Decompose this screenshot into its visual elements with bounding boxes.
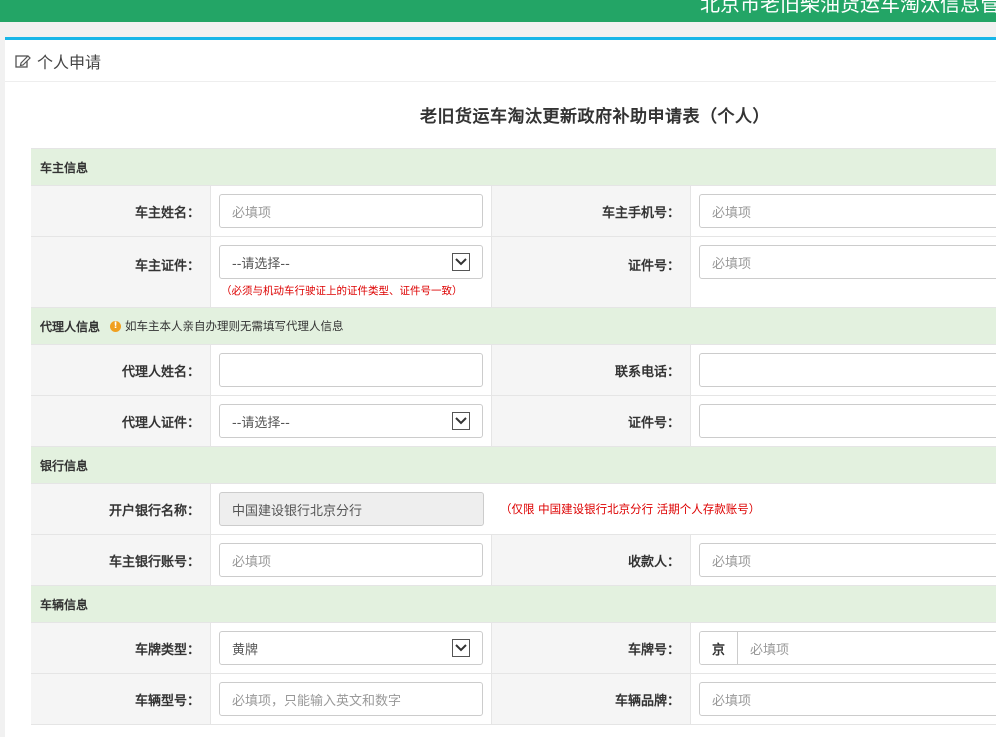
top-banner: 北京市老旧柴油货运车淘汰信息管理 bbox=[0, 0, 996, 22]
bank-hint: （仅限 中国建设银行北京分行 活期个人存款账号） bbox=[500, 502, 761, 516]
select-value: --请选择-- bbox=[232, 415, 290, 431]
form-row: 开户银行名称： 中国建设银行北京分行 （仅限 中国建设银行北京分行 活期个人存款… bbox=[31, 484, 996, 535]
form-cell: --请选择-- （必须与机动车行驶证上的证件类型、证件号一致） bbox=[211, 237, 492, 307]
plate-no-label: 车牌号： bbox=[492, 623, 691, 673]
section-label: 车辆信息 bbox=[40, 597, 89, 612]
section-bank: 银行信息 bbox=[31, 447, 996, 484]
panel-header: 个人申请 bbox=[5, 40, 996, 82]
form-cell: 必填项 bbox=[691, 237, 996, 307]
owner-id-hint: （必须与机动车行驶证上的证件类型、证件号一致） bbox=[221, 285, 463, 297]
owner-name-input[interactable]: 必填项 bbox=[219, 194, 483, 228]
form-cell: 必填项 bbox=[691, 186, 996, 236]
owner-phone-label: 车主手机号： bbox=[492, 186, 691, 236]
site-title: 北京市老旧柴油货运车淘汰信息管理 bbox=[700, 0, 996, 16]
bank-account-input[interactable]: 必填项 bbox=[219, 543, 483, 577]
form-cell: 黄牌 bbox=[211, 623, 492, 673]
payee-input[interactable]: 必填项 bbox=[699, 543, 996, 577]
owner-phone-input[interactable]: 必填项 bbox=[699, 194, 996, 228]
model-label: 车辆型号： bbox=[31, 674, 211, 724]
chevron-down-icon bbox=[452, 412, 470, 430]
form-cell: --请选择-- bbox=[211, 396, 492, 446]
payee-label: 收款人： bbox=[492, 535, 691, 585]
owner-id-type-label: 车主证件： bbox=[31, 237, 211, 307]
agent-id-no-input[interactable] bbox=[699, 404, 996, 438]
agent-id-no-label: 证件号： bbox=[492, 396, 691, 446]
agent-id-type-select[interactable]: --请选择-- bbox=[219, 404, 483, 438]
form-row: 车辆型号： 必填项，只能输入英文和数字 车辆品牌： 必填项 bbox=[31, 674, 996, 725]
form-cell: 必填项 bbox=[691, 535, 996, 585]
form-cell: 必填项，只能输入英文和数字 bbox=[211, 674, 492, 724]
agent-name-label: 代理人姓名： bbox=[31, 345, 211, 395]
form-row: 车主证件： --请选择-- （必须与机动车行驶证上的证件类型、证件号一致） 证件… bbox=[31, 237, 996, 308]
form-cell: 中国建设银行北京分行 bbox=[211, 484, 492, 534]
section-label: 银行信息 bbox=[40, 458, 89, 473]
bank-name-label: 开户银行名称： bbox=[31, 484, 211, 534]
agent-note: ! 如车主本人亲自办理则无需填写代理人信息 bbox=[110, 318, 344, 334]
select-value: 黄牌 bbox=[232, 642, 259, 658]
form-row: 车牌类型： 黄牌 车牌号： 京 必填项 bbox=[31, 623, 996, 674]
form-cell bbox=[691, 396, 996, 446]
agent-phone-label: 联系电话： bbox=[492, 345, 691, 395]
form-title: 老旧货运车淘汰更新政府补助申请表（个人） bbox=[420, 107, 770, 127]
agent-name-input[interactable] bbox=[219, 353, 483, 387]
form-cell: 必填项 bbox=[211, 535, 492, 585]
plate-type-label: 车牌类型： bbox=[31, 623, 211, 673]
plate-no-group: 京 必填项 bbox=[699, 631, 996, 665]
form-row: 车主姓名： 必填项 车主手机号： 必填项 bbox=[31, 186, 996, 237]
plate-prefix: 京 bbox=[700, 632, 738, 664]
application-panel: 个人申请 老旧货运车淘汰更新政府补助申请表（个人） 车主信息 车主姓名： 必填项… bbox=[5, 37, 996, 737]
edit-icon bbox=[15, 54, 31, 68]
owner-id-type-select[interactable]: --请选择-- bbox=[219, 245, 483, 279]
chevron-down-icon bbox=[452, 253, 470, 271]
application-form: 车主信息 车主姓名： 必填项 车主手机号： 必填项 车主证件： --请选择-- … bbox=[31, 148, 996, 725]
warning-icon: ! bbox=[110, 320, 122, 332]
form-cell: 必填项 bbox=[211, 186, 492, 236]
select-value: --请选择-- bbox=[232, 256, 290, 272]
form-row: 车主银行账号： 必填项 收款人： 必填项 bbox=[31, 535, 996, 586]
brand-label: 车辆品牌： bbox=[492, 674, 691, 724]
plate-type-select[interactable]: 黄牌 bbox=[219, 631, 483, 665]
agent-note-text: 如车主本人亲自办理则无需填写代理人信息 bbox=[125, 319, 344, 333]
section-label: 代理人信息 bbox=[40, 319, 101, 334]
form-row: 代理人姓名： 联系电话： bbox=[31, 345, 996, 396]
model-input[interactable]: 必填项，只能输入英文和数字 bbox=[219, 682, 483, 716]
section-owner: 车主信息 bbox=[31, 149, 996, 186]
panel-title: 个人申请 bbox=[37, 52, 102, 72]
owner-id-no-input[interactable]: 必填项 bbox=[699, 245, 996, 279]
section-agent: 代理人信息 ! 如车主本人亲自办理则无需填写代理人信息 bbox=[31, 308, 996, 345]
bank-name-input: 中国建设银行北京分行 bbox=[219, 492, 484, 526]
form-cell: 京 必填项 bbox=[691, 623, 996, 673]
agent-phone-input[interactable] bbox=[699, 353, 996, 387]
chevron-down-icon bbox=[452, 639, 470, 657]
section-label: 车主信息 bbox=[40, 160, 89, 175]
owner-id-no-label: 证件号： bbox=[492, 237, 691, 307]
owner-name-label: 车主姓名： bbox=[31, 186, 211, 236]
form-row: 代理人证件： --请选择-- 证件号： bbox=[31, 396, 996, 447]
brand-input[interactable]: 必填项 bbox=[699, 682, 996, 716]
form-cell: 必填项 bbox=[691, 674, 996, 724]
form-cell bbox=[211, 345, 492, 395]
plate-no-input[interactable]: 必填项 bbox=[738, 632, 996, 664]
agent-id-type-label: 代理人证件： bbox=[31, 396, 211, 446]
form-cell bbox=[691, 345, 996, 395]
section-vehicle: 车辆信息 bbox=[31, 586, 996, 623]
bank-account-label: 车主银行账号： bbox=[31, 535, 211, 585]
